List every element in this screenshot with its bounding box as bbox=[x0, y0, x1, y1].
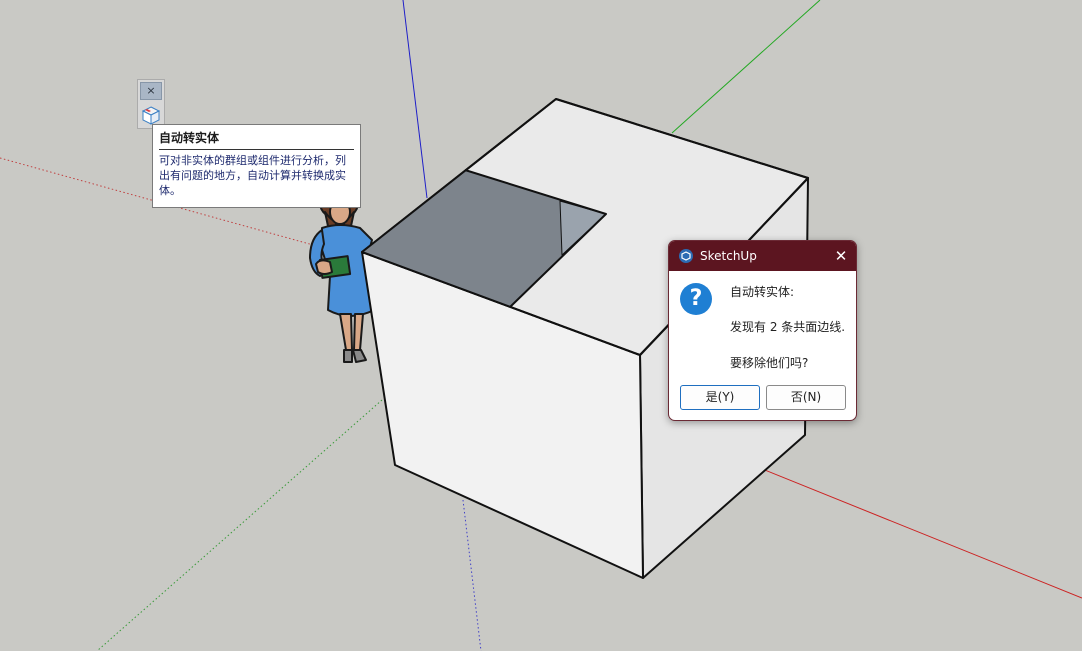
dialog-message: 发现有 2 条共面边线. bbox=[730, 320, 846, 334]
green-axis-dotted bbox=[96, 399, 383, 651]
tooltip-description: 可对非实体的群组或组件进行分析，列出有问题的地方，自动计算并转换成实体。 bbox=[159, 154, 346, 197]
dialog-heading: 自动转实体: bbox=[730, 285, 795, 299]
dialog-titlebar[interactable]: SketchUp ✕ bbox=[669, 241, 856, 271]
dialog-question: 要移除他们吗? bbox=[730, 356, 809, 370]
red-axis bbox=[739, 459, 1082, 599]
solid-cube-icon bbox=[141, 106, 161, 125]
modeling-viewport[interactable]: × 自动转实体 可对非实体的群组或组件进行分析，列出有问题的地方，自动计算并转换… bbox=[0, 0, 1082, 651]
auto-solid-tool-button[interactable] bbox=[140, 104, 162, 126]
close-icon: × bbox=[146, 84, 156, 97]
dialog-close-button[interactable]: ✕ bbox=[826, 241, 856, 271]
question-icon: ? bbox=[680, 283, 712, 315]
tooltip-title: 自动转实体 bbox=[159, 130, 354, 150]
tool-tooltip: 自动转实体 可对非实体的群组或组件进行分析，列出有问题的地方，自动计算并转换成实… bbox=[152, 124, 361, 208]
human-figure[interactable] bbox=[309, 186, 375, 363]
blue-axis-dotted bbox=[462, 499, 482, 651]
yes-button[interactable]: 是(Y) bbox=[680, 385, 760, 410]
blue-axis bbox=[402, 0, 428, 199]
dialog-title: SketchUp bbox=[700, 249, 757, 263]
green-axis bbox=[671, 0, 821, 134]
close-icon: ✕ bbox=[834, 247, 848, 265]
sketchup-logo-icon bbox=[679, 249, 693, 263]
no-button[interactable]: 否(N) bbox=[766, 385, 846, 410]
toolbar-close-button[interactable]: × bbox=[140, 82, 162, 100]
floating-toolbar: × bbox=[137, 79, 165, 129]
sketchup-dialog: SketchUp ✕ ? 自动转实体: 发现有 2 条共面边线. 要移除他们吗?… bbox=[668, 240, 857, 421]
